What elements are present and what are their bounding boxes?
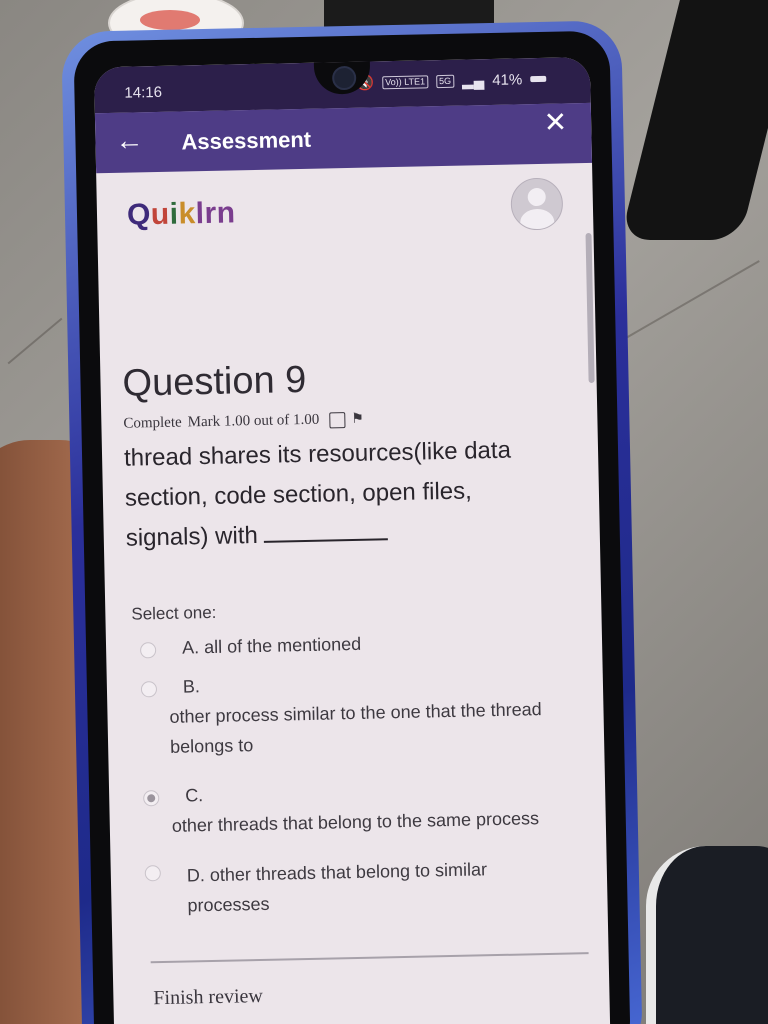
- phone-screen: 14:16 ⏰ 🔇 Vo)) LTE1 5G ▂▄ 41% ← Assessme…: [93, 56, 611, 1024]
- page-title: Assessment: [181, 126, 312, 155]
- brand-header: Quiklrn: [96, 163, 596, 384]
- signal-icon: ▂▄: [461, 72, 485, 90]
- option-c-text: other threads that belong to the same pr…: [171, 808, 540, 836]
- option-b[interactable]: B. other process similar to the one that…: [133, 668, 585, 762]
- finish-review-link[interactable]: Finish review: [153, 985, 263, 1010]
- option-d[interactable]: D. other threads that belong to similar …: [137, 852, 588, 921]
- option-a[interactable]: A. all of the mentioned: [132, 629, 582, 659]
- question-status: Complete: [123, 414, 182, 432]
- option-d-text: other threads that belong to similar pro…: [187, 859, 488, 916]
- quiklrn-logo[interactable]: Quiklrn: [127, 196, 236, 232]
- background-person-leg: [620, 0, 768, 240]
- option-a-text: all of the mentioned: [203, 633, 362, 658]
- app-bar: ← Assessment ✕: [94, 102, 593, 174]
- battery-percent: 41%: [492, 70, 523, 89]
- phone-bezel: 14:16 ⏰ 🔇 Vo)) LTE1 5G ▂▄ 41% ← Assessme…: [73, 30, 631, 1024]
- flag-icon[interactable]: ⚑: [351, 411, 364, 428]
- status-time: 14:16: [124, 83, 163, 102]
- question-mark: Mark 1.00 out of 1.00: [187, 411, 320, 431]
- option-d-letter: D.: [186, 865, 206, 886]
- battery-icon: [530, 75, 547, 83]
- network-type-label: 5G: [435, 74, 455, 88]
- question-info: Complete Mark 1.00 out of 1.00 ⚑: [123, 406, 597, 433]
- flag-checkbox[interactable]: [329, 411, 346, 428]
- question-text: thread shares its resources(like data se…: [123, 436, 512, 552]
- phone-device: 14:16 ⏰ 🔇 Vo)) LTE1 5G ▂▄ 41% ← Assessme…: [61, 20, 643, 1024]
- quiz-content: Quiklrn Question 9 Complete Mark 1.00 ou…: [96, 163, 609, 1011]
- background-shoe: [646, 846, 768, 1024]
- select-one-label: Select one:: [131, 602, 217, 624]
- user-avatar-icon[interactable]: [510, 177, 564, 231]
- option-c[interactable]: C. other threads that belong to the same…: [135, 777, 586, 841]
- option-a-letter: A.: [181, 637, 200, 658]
- back-arrow-icon[interactable]: ←: [113, 124, 146, 157]
- volte-label: Vo)) LTE1: [382, 74, 429, 89]
- divider: [150, 952, 589, 964]
- pavement-line: [7, 317, 63, 365]
- pavement-line: [620, 260, 760, 342]
- answer-blank: [263, 518, 388, 543]
- close-icon[interactable]: ✕: [543, 105, 567, 138]
- option-b-text: other process similar to the one that th…: [169, 699, 542, 757]
- front-camera-icon: [331, 65, 357, 91]
